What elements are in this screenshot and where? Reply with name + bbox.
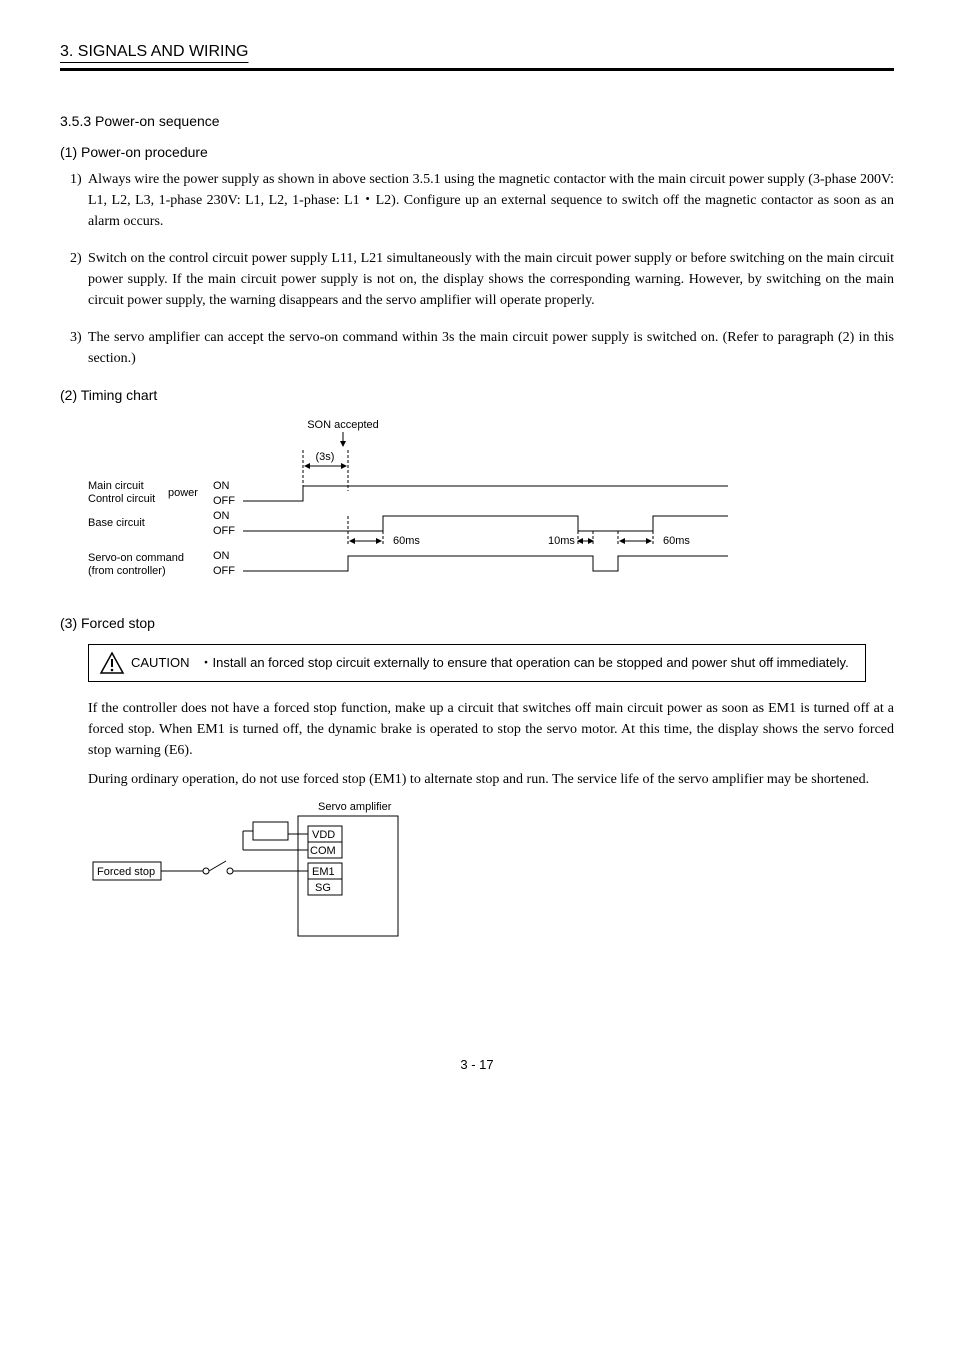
caution-text: Install an forced stop circuit externall… xyxy=(213,655,849,670)
chart-3s-label: (3s) xyxy=(316,451,335,463)
chart-sig2-off: OFF xyxy=(213,525,235,537)
timing-chart: SON accepted (3s) Main circuit Control c… xyxy=(88,416,894,603)
chart-sig3-name2: (from controller) xyxy=(88,565,166,577)
chart-sig1-name2: Control circuit xyxy=(88,493,155,505)
item-3-text: The servo amplifier can accept the servo… xyxy=(88,330,894,366)
chart-sig2-on: ON xyxy=(213,510,230,522)
chart-sig1-suffix: power xyxy=(168,487,198,499)
chart-sig2-name: Base circuit xyxy=(88,517,145,529)
warning-icon xyxy=(99,651,125,675)
item-1-text: Always wire the power supply as shown in… xyxy=(88,172,894,229)
chart-10ms: 10ms xyxy=(548,535,575,547)
subsection-2-title: (2) Timing chart xyxy=(60,385,894,406)
chart-sig3-name: Servo-on command xyxy=(88,552,184,564)
forced-stop-body-2: During ordinary operation, do not use fo… xyxy=(88,769,894,790)
forced-stop-body-1: If the controller does not have a forced… xyxy=(88,698,894,761)
pin-com: COM xyxy=(310,845,336,857)
wiring-diagram: Servo amplifier VDD COM EM1 SG Forced st… xyxy=(88,798,894,955)
chart-sig3-off: OFF xyxy=(213,565,235,577)
forced-stop-label: Forced stop xyxy=(97,866,155,878)
chart-60ms-1: 60ms xyxy=(393,535,420,547)
pin-sg: SG xyxy=(315,882,331,894)
servo-amp-label: Servo amplifier xyxy=(318,801,392,813)
item-3: 3)The servo amplifier can accept the ser… xyxy=(88,327,894,369)
page-number: 3 - 17 xyxy=(60,1055,894,1075)
item-2-text: Switch on the control circuit power supp… xyxy=(88,251,894,308)
page-header: 3. SIGNALS AND WIRING xyxy=(60,40,894,71)
item-2: 2)Switch on the control circuit power su… xyxy=(88,248,894,311)
caution-box: CAUTION ・Install an forced stop circuit … xyxy=(88,644,866,682)
pin-em1: EM1 xyxy=(312,866,335,878)
subsection-1-title: (1) Power-on procedure xyxy=(60,142,894,163)
chart-son-label: SON accepted xyxy=(307,419,379,431)
chart-60ms-2: 60ms xyxy=(663,535,690,547)
subsection-3-title: (3) Forced stop xyxy=(60,613,894,634)
chart-sig1-name: Main circuit xyxy=(88,480,144,492)
section-3-5-3-title: 3.5.3 Power-on sequence xyxy=(60,111,894,132)
chart-sig3-on: ON xyxy=(213,550,230,562)
item-1: 1)Always wire the power supply as shown … xyxy=(88,169,894,232)
chart-sig1-off: OFF xyxy=(213,495,235,507)
caution-label: CAUTION xyxy=(131,653,190,673)
pin-vdd: VDD xyxy=(312,829,335,841)
chart-sig1-on: ON xyxy=(213,480,230,492)
